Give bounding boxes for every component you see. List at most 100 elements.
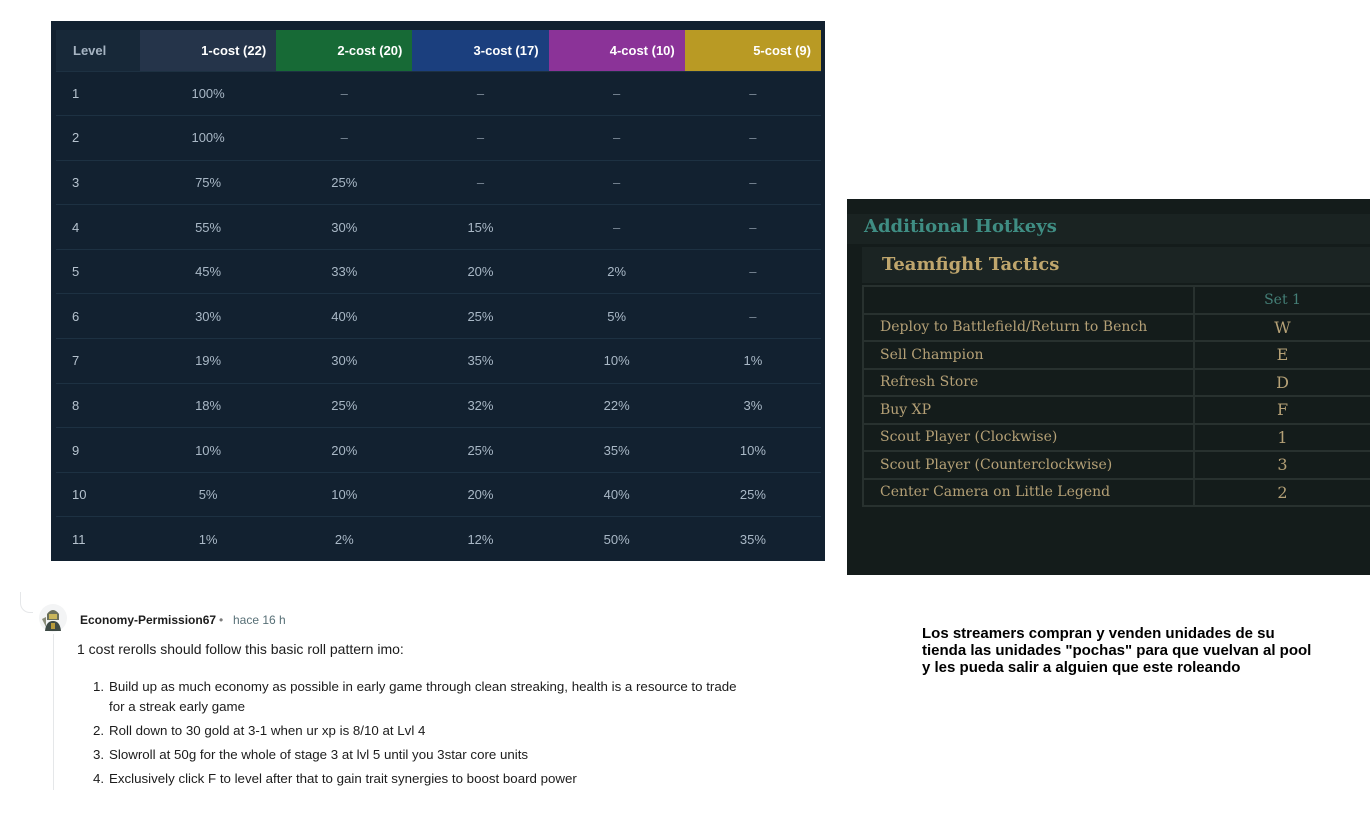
odds-cell: 100% xyxy=(140,115,277,161)
level-cell: 1 xyxy=(56,70,140,116)
odds-header-cost-4: 4-cost (10) xyxy=(548,30,685,71)
odds-cell: 25% xyxy=(684,471,821,517)
odds-cell: – xyxy=(548,70,685,116)
avatar[interactable] xyxy=(38,603,68,633)
odds-cell: 30% xyxy=(140,293,277,339)
hotkey-key: 2 xyxy=(1193,477,1370,507)
hotkey-action: Scout Player (Counterclockwise) xyxy=(862,450,1195,480)
odds-cell: 10% xyxy=(140,427,277,473)
hotkey-action: Deploy to Battlefield/Return to Bench xyxy=(862,312,1195,342)
level-cell: 9 xyxy=(56,427,140,473)
odds-cell: 2% xyxy=(276,516,413,562)
odds-cell: – xyxy=(412,70,549,116)
odds-cell: 100% xyxy=(140,70,277,116)
comment-list: 1. Build up as much economy as possible i… xyxy=(93,677,743,793)
hotkey-action: Buy XP xyxy=(862,395,1195,425)
level-cell: 11 xyxy=(56,516,140,562)
odds-cell: 10% xyxy=(276,471,413,517)
list-item-text: Slowroll at 50g for the whole of stage 3… xyxy=(109,747,529,762)
avatar-knight-icon xyxy=(39,604,67,632)
table-row: 5 45% 33% 20% 2% – xyxy=(56,248,821,294)
odds-cell: – xyxy=(412,115,549,161)
odds-cell: – xyxy=(412,159,549,205)
level-cell: 6 xyxy=(56,293,140,339)
odds-cell: 25% xyxy=(412,293,549,339)
hotkeys-panel: Additional Hotkeys Teamfight Tactics Set… xyxy=(847,199,1370,575)
odds-cell: 15% xyxy=(412,204,549,250)
odds-header-cost-2: 2-cost (20) xyxy=(276,30,413,71)
hotkey-key: D xyxy=(1193,367,1370,397)
level-cell: 7 xyxy=(56,338,140,384)
hotkeys-title: Additional Hotkeys xyxy=(864,216,1057,237)
odds-cell: – xyxy=(684,293,821,339)
hotkey-action: Sell Champion xyxy=(862,340,1195,370)
thread-line[interactable] xyxy=(53,634,54,790)
odds-cell: – xyxy=(684,70,821,116)
odds-cell: 40% xyxy=(276,293,413,339)
odds-cell: 35% xyxy=(684,516,821,562)
hotkey-action: Refresh Store xyxy=(862,367,1195,397)
comment-timestamp[interactable]: hace 16 h xyxy=(233,613,286,627)
odds-cell: 25% xyxy=(412,427,549,473)
odds-cell: – xyxy=(684,159,821,205)
odds-cell: 25% xyxy=(276,382,413,428)
odds-cell: 30% xyxy=(276,338,413,384)
hotkey-action: Center Camera on Little Legend xyxy=(862,477,1195,507)
odds-cell: 32% xyxy=(412,382,549,428)
odds-cell: 18% xyxy=(140,382,277,428)
odds-header-row: Level 1-cost (22) 2-cost (20) 3-cost (17) 4-… xyxy=(56,30,821,71)
odds-cell: 22% xyxy=(548,382,685,428)
odds-cell: 75% xyxy=(140,159,277,205)
level-cell: 5 xyxy=(56,248,140,294)
list-item-number: 1. xyxy=(93,679,105,694)
table-row: 8 18% 25% 32% 22% 3% xyxy=(56,382,821,428)
odds-cell: 1% xyxy=(140,516,277,562)
odds-header-cost-5: 5-cost (9) xyxy=(684,30,821,71)
odds-header-cost-3: 3-cost (17) xyxy=(412,30,549,71)
odds-cell: – xyxy=(548,204,685,250)
odds-cell: – xyxy=(276,70,413,116)
odds-body: 1 100% – – – –2 100% – – – –3 75% 25% – – –4 55% 30% 15% – –… xyxy=(56,70,821,562)
odds-header-cost-1: 1-cost (22) xyxy=(140,30,277,71)
odds-cell: 33% xyxy=(276,248,413,294)
odds-cell: 40% xyxy=(548,471,685,517)
comment-author[interactable]: Economy-Permission67 xyxy=(80,613,216,627)
hotkey-key: W xyxy=(1193,312,1370,342)
odds-cell: 1% xyxy=(684,338,821,384)
table-row: 11 1% 2% 12% 50% 35% xyxy=(56,516,821,562)
odds-cell: 45% xyxy=(140,248,277,294)
list-item-text: Build up as much economy as possible in … xyxy=(109,679,737,714)
hotkey-row: Scout Player (Clockwise) 1 xyxy=(862,422,1370,452)
list-item-number: 3. xyxy=(93,747,105,762)
odds-cell: 2% xyxy=(548,248,685,294)
hotkey-action: Scout Player (Clockwise) xyxy=(862,422,1195,452)
odds-cell: – xyxy=(276,115,413,161)
list-item: 3. Slowroll at 50g for the whole of stage… xyxy=(93,745,743,765)
level-cell: 10 xyxy=(56,471,140,517)
level-cell: 2 xyxy=(56,115,140,161)
odds-cell: 12% xyxy=(412,516,549,562)
table-row: 2 100% – – – – xyxy=(56,115,821,161)
hotkey-key: F xyxy=(1193,395,1370,425)
hotkey-row: Sell Champion E xyxy=(862,340,1370,370)
table-row: 7 19% 30% 35% 10% 1% xyxy=(56,338,821,384)
odds-cell: – xyxy=(548,115,685,161)
table-row: 4 55% 30% 15% – – xyxy=(56,204,821,250)
thread-connector xyxy=(20,592,33,613)
odds-cell: – xyxy=(548,159,685,205)
odds-cell: – xyxy=(684,115,821,161)
annotation-note: Los streamers compran y venden unidades … xyxy=(922,625,1312,676)
hotkey-key: 3 xyxy=(1193,450,1370,480)
hotkey-row: Buy XP F xyxy=(862,395,1370,425)
odds-cell: 35% xyxy=(412,338,549,384)
odds-cell: 55% xyxy=(140,204,277,250)
odds-cell: 35% xyxy=(548,427,685,473)
odds-cell: 5% xyxy=(140,471,277,517)
odds-cell: 10% xyxy=(684,427,821,473)
hotkey-key: 1 xyxy=(1193,422,1370,452)
hotkey-row: Scout Player (Counterclockwise) 3 xyxy=(862,450,1370,480)
odds-cell: 30% xyxy=(276,204,413,250)
list-item: 4. Exclusively click F to level after tha… xyxy=(93,769,743,789)
odds-cell: 3% xyxy=(684,382,821,428)
odds-cell: 20% xyxy=(412,248,549,294)
